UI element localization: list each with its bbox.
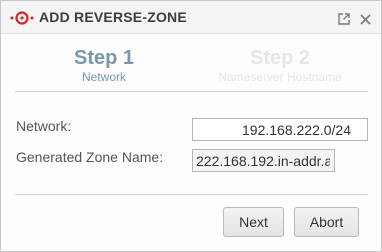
step-1-indicator: Step 1 Network bbox=[29, 46, 179, 84]
step-title: Step 2 bbox=[249, 47, 311, 69]
divider bbox=[15, 194, 368, 195]
step-2-indicator: Step 2 Nameserver Hostname bbox=[205, 46, 355, 84]
network-label: Network: bbox=[16, 118, 72, 134]
divider bbox=[15, 91, 368, 92]
step-subtitle: Network bbox=[81, 70, 126, 84]
step-title: Step 1 bbox=[73, 47, 135, 69]
zone-name-label: Generated Zone Name: bbox=[16, 149, 164, 165]
abort-button[interactable]: Abort bbox=[294, 207, 359, 237]
close-icon[interactable] bbox=[360, 12, 371, 25]
next-button[interactable]: Next bbox=[223, 207, 284, 237]
network-input[interactable] bbox=[192, 118, 368, 141]
add-reverse-zone-dialog: ADD REVERSE-ZONE Step 1 Network Step 2 N… bbox=[0, 0, 382, 252]
app-logo-icon bbox=[10, 11, 34, 25]
step-subtitle: Nameserver Hostname bbox=[218, 70, 342, 84]
title-bar: ADD REVERSE-ZONE bbox=[1, 1, 381, 34]
dialog-title: ADD REVERSE-ZONE bbox=[39, 9, 187, 25]
popout-icon[interactable] bbox=[338, 12, 350, 25]
zone-name-field[interactable] bbox=[192, 149, 335, 172]
